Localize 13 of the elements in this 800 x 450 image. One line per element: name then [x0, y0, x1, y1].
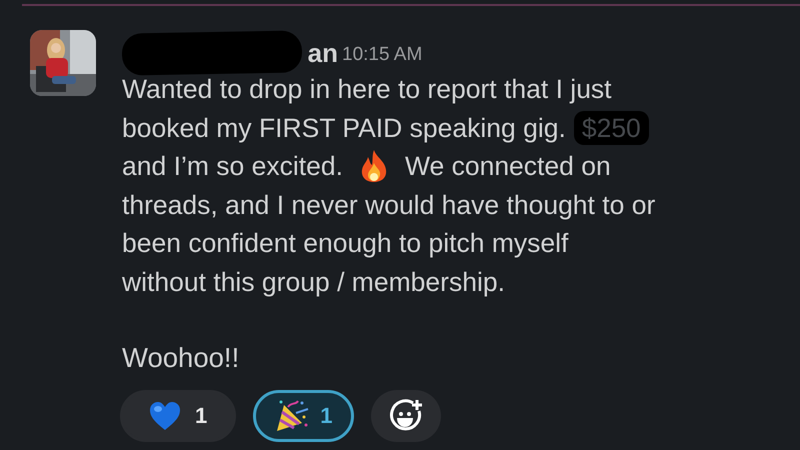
- message-text: We connected on: [404, 150, 611, 183]
- message-text: booked my FIRST PAID speaking gig.: [122, 112, 566, 144]
- message-text: Wanted to drop in here to report that I just: [122, 73, 612, 106]
- message-text: threads, and I never would have thought to or: [122, 188, 656, 222]
- message-text: Woohoo!!: [122, 341, 240, 375]
- timestamp[interactable]: 10:15 AM: [342, 42, 422, 68]
- message-text: and I’m so excited.: [122, 150, 343, 183]
- message-text: without this group / membership.: [122, 266, 505, 298]
- message-text: been confident enough to pitch myself: [122, 227, 568, 260]
- author-name[interactable]: an: [308, 38, 338, 68]
- reaction-button[interactable]: 1: [120, 390, 236, 442]
- redacted-amount: $250: [574, 110, 649, 145]
- reaction-button[interactable]: 1: [253, 390, 354, 442]
